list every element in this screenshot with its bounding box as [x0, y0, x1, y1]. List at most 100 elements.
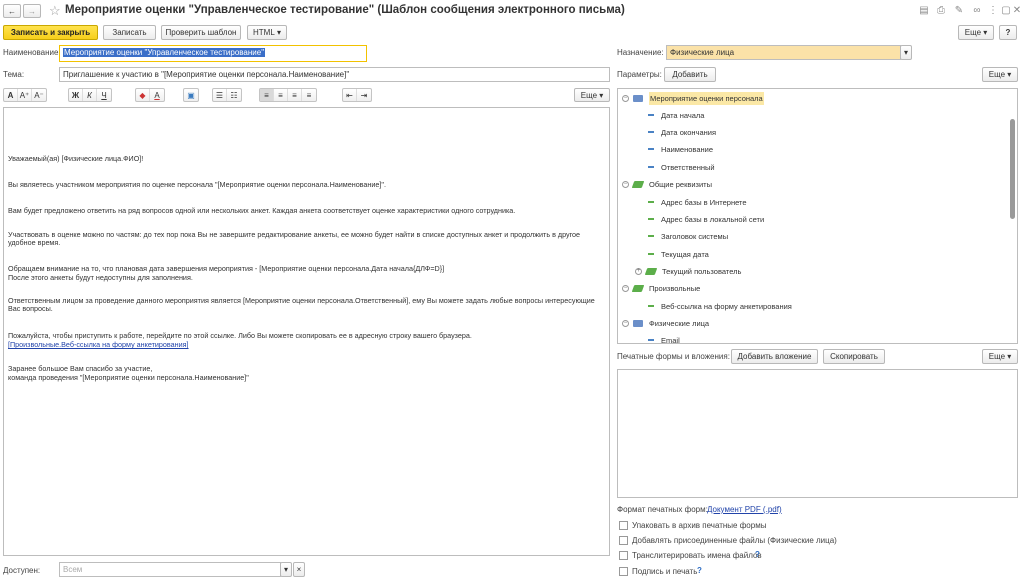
- field-icon: [648, 201, 654, 203]
- tree-leaf-current-date[interactable]: Текущая дата: [648, 247, 709, 261]
- align-right-button[interactable]: ≡: [288, 89, 302, 101]
- tree-node-assessment-event[interactable]: − Мероприятие оценки персонала: [622, 91, 764, 105]
- add-parameter-button[interactable]: Добавить: [664, 67, 716, 82]
- tree-node-arbitrary[interactable]: − Произвольные: [622, 281, 700, 295]
- align-justify-button[interactable]: ≡: [302, 89, 316, 101]
- expand-icon[interactable]: +: [635, 267, 642, 275]
- save-and-close-button[interactable]: Записать и закрыть: [3, 25, 98, 40]
- tree-leaf-local-address[interactable]: Адрес базы в локальной сети: [648, 212, 764, 226]
- collapse-icon[interactable]: −: [622, 94, 629, 102]
- tree-node-individuals[interactable]: − Физические лица: [622, 316, 709, 330]
- print-format-link[interactable]: Документ PDF (.pdf): [707, 505, 782, 514]
- check-template-button[interactable]: Проверить шаблон: [161, 25, 241, 40]
- forward-button[interactable]: →: [23, 4, 41, 18]
- tree-node-common-attributes[interactable]: − Общие реквизиты: [622, 177, 712, 191]
- link-icon[interactable]: ∞: [971, 5, 983, 17]
- help-button[interactable]: ?: [999, 25, 1017, 40]
- font-button[interactable]: A: [4, 89, 18, 101]
- collapse-icon[interactable]: −: [622, 319, 629, 327]
- html-menu-button[interactable]: HTML ▾: [247, 25, 287, 40]
- numbered-list-button[interactable]: ☷: [227, 89, 241, 101]
- more-vertical-icon[interactable]: ⋮: [987, 5, 999, 17]
- transliterate-help-icon[interactable]: ?: [755, 550, 760, 559]
- field-icon: [648, 339, 654, 341]
- tree-leaf-label: Текущая дата: [661, 249, 709, 259]
- collapse-icon[interactable]: −: [622, 180, 629, 188]
- tree-node-current-user[interactable]: + Текущий пользователь: [635, 264, 741, 278]
- print-icon[interactable]: ⎙: [935, 5, 947, 17]
- tree-node-label: Мероприятие оценки персонала: [649, 91, 764, 105]
- print-more-button[interactable]: Еще ▾: [982, 349, 1018, 364]
- attachments-list[interactable]: [617, 369, 1018, 498]
- favorite-star-icon[interactable]: ☆: [49, 3, 61, 19]
- signature-checkbox-label: Подпись и печать: [632, 567, 698, 576]
- color-group: ◆ A: [135, 88, 165, 102]
- available-dropdown-button[interactable]: ▾: [280, 562, 292, 577]
- message-paragraph-1: Вы являетесь участником мероприятия по о…: [8, 180, 386, 189]
- indent-button[interactable]: ⇥: [357, 89, 371, 101]
- align-left-button[interactable]: ≡: [260, 89, 274, 101]
- purpose-label: Назначение:: [617, 48, 664, 57]
- subject-field[interactable]: Приглашение к участию в "[Мероприятие оц…: [59, 67, 610, 82]
- transliterate-checkbox[interactable]: [619, 551, 628, 560]
- copy-button[interactable]: Скопировать: [823, 349, 885, 364]
- field-icon: [648, 305, 654, 307]
- tree-leaf-internet-address[interactable]: Адрес базы в Интернете: [648, 195, 747, 209]
- tree-leaf-end-date[interactable]: Дата окончания: [648, 125, 716, 139]
- available-field[interactable]: Всем: [59, 562, 281, 577]
- tree-leaf-name[interactable]: Наименование: [648, 142, 713, 156]
- edit-icon[interactable]: ✎: [953, 5, 965, 17]
- message-paragraph-3: Участвовать в оценке можно по частям: до…: [8, 230, 581, 248]
- available-clear-button[interactable]: ×: [293, 562, 305, 577]
- questionnaire-link[interactable]: [Произвольные.Веб-ссылка на форму анкети…: [8, 340, 189, 349]
- editor-more-button[interactable]: Еще ▾: [574, 88, 610, 102]
- indent-group: ⇤ ⇥: [342, 88, 372, 102]
- font-increase-button[interactable]: A⁺: [18, 89, 32, 101]
- tree-node-label: Произвольные: [649, 283, 701, 293]
- message-editor[interactable]: Уважаемый(ая) [Физические лица.ФИО]! Вы …: [3, 107, 610, 556]
- tree-leaf-email[interactable]: Email: [648, 333, 680, 343]
- name-field[interactable]: Мероприятие оценки "Управленческое тести…: [59, 45, 367, 62]
- tree-leaf-start-date[interactable]: Дата начала: [648, 108, 704, 122]
- save-button[interactable]: Записать: [103, 25, 156, 40]
- field-icon: [648, 218, 654, 220]
- attach-files-checkbox-label: Добавлять присоединенные файлы (Физическ…: [632, 536, 837, 545]
- align-group: ≡ ≡ ≡ ≡: [259, 88, 317, 102]
- add-attachment-button[interactable]: Добавить вложение: [731, 349, 818, 364]
- attach-files-checkbox[interactable]: [619, 536, 628, 545]
- message-greeting: Уважаемый(ая) [Физические лица.ФИО]!: [8, 154, 144, 163]
- save-icon[interactable]: ▤: [918, 5, 930, 17]
- bulleted-list-button[interactable]: ☰: [213, 89, 227, 101]
- text-color-button[interactable]: A: [150, 89, 164, 101]
- font-decrease-button[interactable]: A⁻: [32, 89, 46, 101]
- back-button[interactable]: ←: [3, 4, 21, 18]
- signature-checkbox[interactable]: [619, 567, 628, 576]
- signature-help-icon[interactable]: ?: [697, 566, 702, 575]
- underline-button[interactable]: Ч: [97, 89, 111, 101]
- align-center-button[interactable]: ≡: [274, 89, 288, 101]
- message-paragraph-5: Ответственным лицом за проведение данног…: [8, 296, 595, 314]
- archive-checkbox[interactable]: [619, 521, 628, 530]
- outdent-button[interactable]: ⇤: [343, 89, 357, 101]
- parameters-tree[interactable]: − Мероприятие оценки персонала Дата нача…: [617, 88, 1018, 344]
- purpose-field[interactable]: Физические лица: [666, 45, 901, 60]
- field-icon: [648, 166, 654, 168]
- purpose-dropdown-button[interactable]: ▾: [900, 45, 912, 60]
- tree-leaf-responsible[interactable]: Ответственный: [648, 160, 715, 174]
- collapse-icon[interactable]: −: [622, 284, 629, 292]
- folder-icon: [644, 267, 658, 275]
- archive-checkbox-label: Упаковать в архив печатные формы: [632, 521, 767, 530]
- tree-leaf-web-link[interactable]: Веб-ссылка на форму анкетирования: [648, 299, 792, 313]
- close-icon[interactable]: ✕: [1011, 5, 1023, 17]
- insert-picture-button[interactable]: ▣: [184, 89, 198, 101]
- picture-group: ▣: [183, 88, 199, 102]
- background-color-button[interactable]: ◆: [136, 89, 150, 101]
- italic-button[interactable]: К: [83, 89, 97, 101]
- tree-scrollbar[interactable]: [1010, 119, 1015, 219]
- more-button[interactable]: Еще ▾: [958, 25, 994, 40]
- parameters-more-button[interactable]: Еще ▾: [982, 67, 1018, 82]
- bold-button[interactable]: Ж: [69, 89, 83, 101]
- parameters-more-label: Еще: [988, 70, 1006, 79]
- tree-leaf-system-title[interactable]: Заголовок системы: [648, 229, 728, 243]
- tree-node-label: Текущий пользователь: [662, 266, 742, 276]
